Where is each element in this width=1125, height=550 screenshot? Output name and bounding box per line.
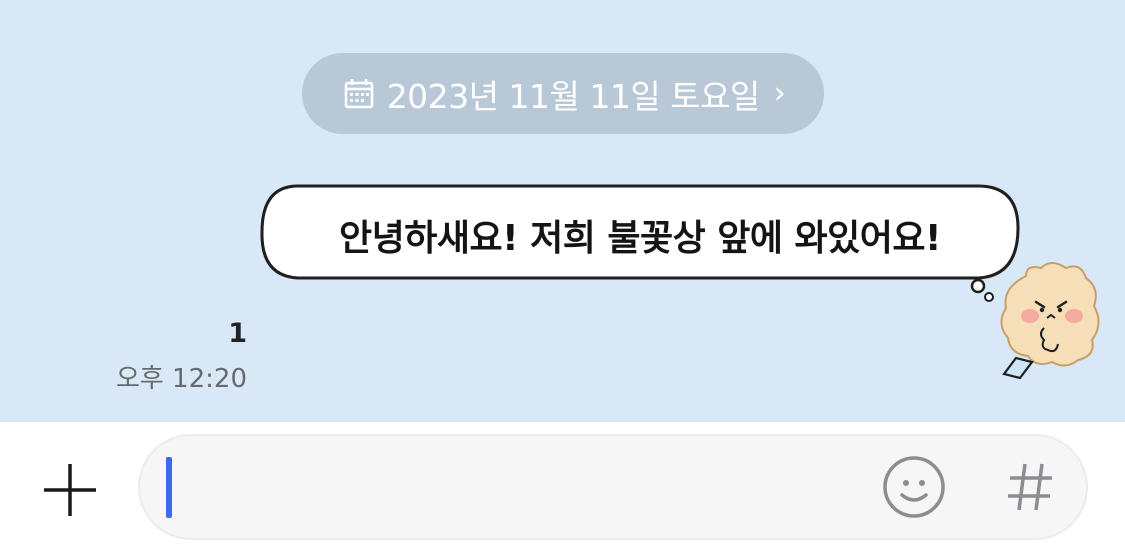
bear-character xyxy=(1000,262,1100,380)
plus-button[interactable] xyxy=(40,460,100,520)
message-text: 안녕하새요! 저희 불꽃상 앞에 와있어요! xyxy=(339,218,941,259)
thought-dot-small xyxy=(984,292,994,302)
date-divider[interactable]: 2023년 11월 11일 토요일 › xyxy=(302,53,824,134)
plus-icon xyxy=(44,464,96,516)
thought-dot-large xyxy=(970,278,986,294)
hash-button[interactable] xyxy=(1004,460,1058,514)
emoji-icon xyxy=(883,456,945,518)
message-timestamp: 오후 12:20 xyxy=(115,364,247,394)
unread-count: 1 xyxy=(228,318,247,349)
text-caret xyxy=(166,457,172,518)
chevron-right-icon: › xyxy=(773,76,786,111)
date-label: 2023년 11월 11일 토요일 xyxy=(386,76,761,116)
emoji-button[interactable] xyxy=(882,455,946,519)
chat-area: 2023년 11월 11일 토요일 › 안녕하새요! 저희 불꽃상 앞에 와있어… xyxy=(0,0,1125,422)
hash-icon xyxy=(1008,463,1052,511)
calendar-icon xyxy=(344,78,373,108)
